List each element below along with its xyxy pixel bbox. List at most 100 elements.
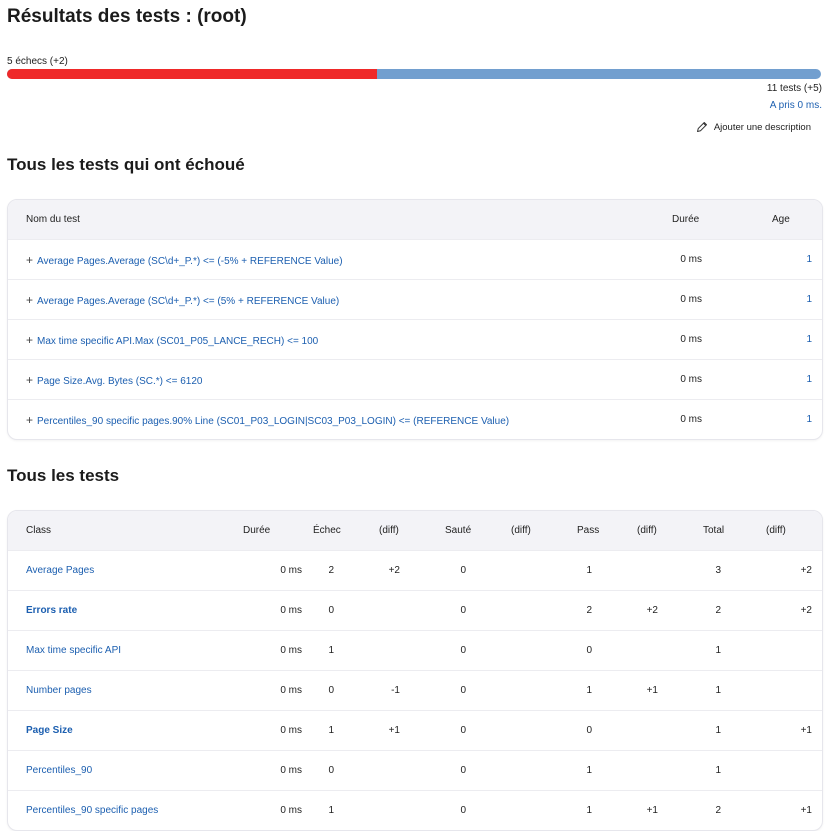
pass-cell: 0 xyxy=(577,710,637,751)
col-skip-diff[interactable]: (diff) xyxy=(511,511,577,551)
skip-diff-cell xyxy=(511,670,577,711)
class-link[interactable]: Number pages xyxy=(26,685,92,696)
age-link[interactable]: 1 xyxy=(806,374,812,385)
col-total[interactable]: Total xyxy=(703,511,766,551)
duration-cell: 0 ms xyxy=(243,710,313,751)
class-name-cell: Number pages xyxy=(8,670,243,711)
fail-cell: 1 xyxy=(313,790,379,830)
age-cell: 1 xyxy=(772,279,822,320)
table-row: + Average Pages.Average (SC\d+_P.*) <= (5… xyxy=(8,279,822,320)
col-test-name[interactable]: Nom du test xyxy=(8,200,672,240)
pass-diff-cell: +2 xyxy=(637,590,703,631)
class-link[interactable]: Max time specific API xyxy=(26,645,121,656)
col-fail[interactable]: Échec xyxy=(313,511,379,551)
table-row: + Percentiles_90 specific pages.90% Line … xyxy=(8,399,822,439)
expand-icon[interactable]: + xyxy=(26,373,33,387)
expand-icon[interactable]: + xyxy=(26,253,33,267)
table-row: + Average Pages.Average (SC\d+_P.*) <= (-… xyxy=(8,239,822,280)
table-row: + Page Size.Avg. Bytes (SC.*) <= 6120 0 ms… xyxy=(8,359,822,400)
col-duration[interactable]: Durée xyxy=(243,511,313,551)
skip-cell: 0 xyxy=(445,750,511,791)
class-link[interactable]: Percentiles_90 specific pages xyxy=(26,805,158,816)
total-diff-cell xyxy=(766,750,822,791)
total-diff-cell: +2 xyxy=(766,590,822,631)
class-name-cell: Errors rate xyxy=(8,590,243,631)
pass-cell: 1 xyxy=(577,750,637,791)
duration-cell: 0 ms xyxy=(243,750,313,791)
skip-diff-cell xyxy=(511,710,577,751)
class-link[interactable]: Percentiles_90 xyxy=(26,765,92,776)
failed-tests-heading: Tous les tests qui ont échoué xyxy=(7,155,245,174)
pass-diff-cell xyxy=(637,550,703,591)
fail-diff-cell: -1 xyxy=(379,670,445,711)
pass-cell: 0 xyxy=(577,630,637,671)
age-link[interactable]: 1 xyxy=(806,414,812,425)
duration-cell: 0 ms xyxy=(672,319,772,360)
age-link[interactable]: 1 xyxy=(806,254,812,265)
col-fail-diff[interactable]: (diff) xyxy=(379,511,445,551)
age-link[interactable]: 1 xyxy=(806,294,812,305)
duration-cell: 0 ms xyxy=(243,630,313,671)
total-cell: 1 xyxy=(703,670,766,711)
col-pass[interactable]: Pass xyxy=(577,511,637,551)
col-age[interactable]: Age xyxy=(772,200,822,240)
expand-icon[interactable]: + xyxy=(26,293,33,307)
class-link[interactable]: Page Size xyxy=(26,725,73,736)
duration-cell: 0 ms xyxy=(672,399,772,439)
col-pass-diff[interactable]: (diff) xyxy=(637,511,703,551)
test-link[interactable]: Average Pages.Average (SC\d+_P.*) <= (-5… xyxy=(37,256,343,267)
skip-cell: 0 xyxy=(445,670,511,711)
test-name-cell: + Average Pages.Average (SC\d+_P.*) <= (5… xyxy=(8,279,672,320)
col-total-diff[interactable]: (diff) xyxy=(766,511,822,551)
skip-cell: 0 xyxy=(445,710,511,751)
duration-cell: 0 ms xyxy=(672,279,772,320)
class-link[interactable]: Average Pages xyxy=(26,565,94,576)
col-skip[interactable]: Sauté xyxy=(445,511,511,551)
fail-cell: 0 xyxy=(313,670,379,711)
age-link[interactable]: 1 xyxy=(806,334,812,345)
fail-cell: 1 xyxy=(313,710,379,751)
test-link[interactable]: Max time specific API.Max (SC01_P05_LANC… xyxy=(37,336,318,347)
duration-cell: 0 ms xyxy=(672,239,772,280)
pencil-icon xyxy=(696,122,707,132)
fail-cell: 2 xyxy=(313,550,379,591)
all-tests-heading: Tous les tests xyxy=(7,466,120,485)
age-cell: 1 xyxy=(772,399,822,439)
test-link[interactable]: Page Size.Avg. Bytes (SC.*) <= 6120 xyxy=(37,376,202,387)
total-cell: 2 xyxy=(703,590,766,631)
table-row: Percentiles_90 specific pages 0 ms 1 0 1 +1 2 +… xyxy=(8,790,822,830)
col-class[interactable]: Class xyxy=(8,511,243,551)
duration-link[interactable]: A pris 0 ms. xyxy=(770,100,822,111)
test-progress-bar xyxy=(7,69,821,79)
duration-cell: 0 ms xyxy=(243,670,313,711)
skip-cell: 0 xyxy=(445,550,511,591)
fail-diff-cell: +1 xyxy=(379,710,445,751)
all-tests-table: Class Durée Échec (diff) Sauté (diff) Pa… xyxy=(7,510,823,831)
expand-icon[interactable]: + xyxy=(26,413,33,427)
failure-count: 5 échecs (+2) xyxy=(7,56,68,67)
test-link[interactable]: Percentiles_90 specific pages.90% Line (… xyxy=(37,416,509,427)
class-name-cell: Average Pages xyxy=(8,550,243,591)
class-name-cell: Percentiles_90 xyxy=(8,750,243,791)
table-row: + Max time specific API.Max (SC01_P05_LAN… xyxy=(8,319,822,360)
expand-icon[interactable]: + xyxy=(26,333,33,347)
test-link[interactable]: Average Pages.Average (SC\d+_P.*) <= (5%… xyxy=(37,296,339,307)
fail-diff-cell xyxy=(379,590,445,631)
total-cell: 1 xyxy=(703,710,766,751)
pass-cell: 1 xyxy=(577,550,637,591)
total-test-count: 11 tests (+5) xyxy=(766,83,822,94)
class-name-cell: Page Size xyxy=(8,710,243,751)
skip-diff-cell xyxy=(511,550,577,591)
test-name-cell: + Average Pages.Average (SC\d+_P.*) <= (-… xyxy=(8,239,672,280)
duration-cell: 0 ms xyxy=(243,550,313,591)
class-link[interactable]: Errors rate xyxy=(26,605,77,616)
pass-cell: 2 xyxy=(577,590,637,631)
age-cell: 1 xyxy=(772,239,822,280)
test-name-cell: + Page Size.Avg. Bytes (SC.*) <= 6120 xyxy=(8,359,672,400)
col-duration[interactable]: Durée xyxy=(672,200,772,240)
class-name-cell: Max time specific API xyxy=(8,630,243,671)
fail-diff-cell xyxy=(379,790,445,830)
failed-tests-table: Nom du test Durée Age + Average Pages.Ave… xyxy=(7,199,823,440)
add-description-button[interactable]: Ajouter une description xyxy=(696,121,811,133)
skip-diff-cell xyxy=(511,750,577,791)
